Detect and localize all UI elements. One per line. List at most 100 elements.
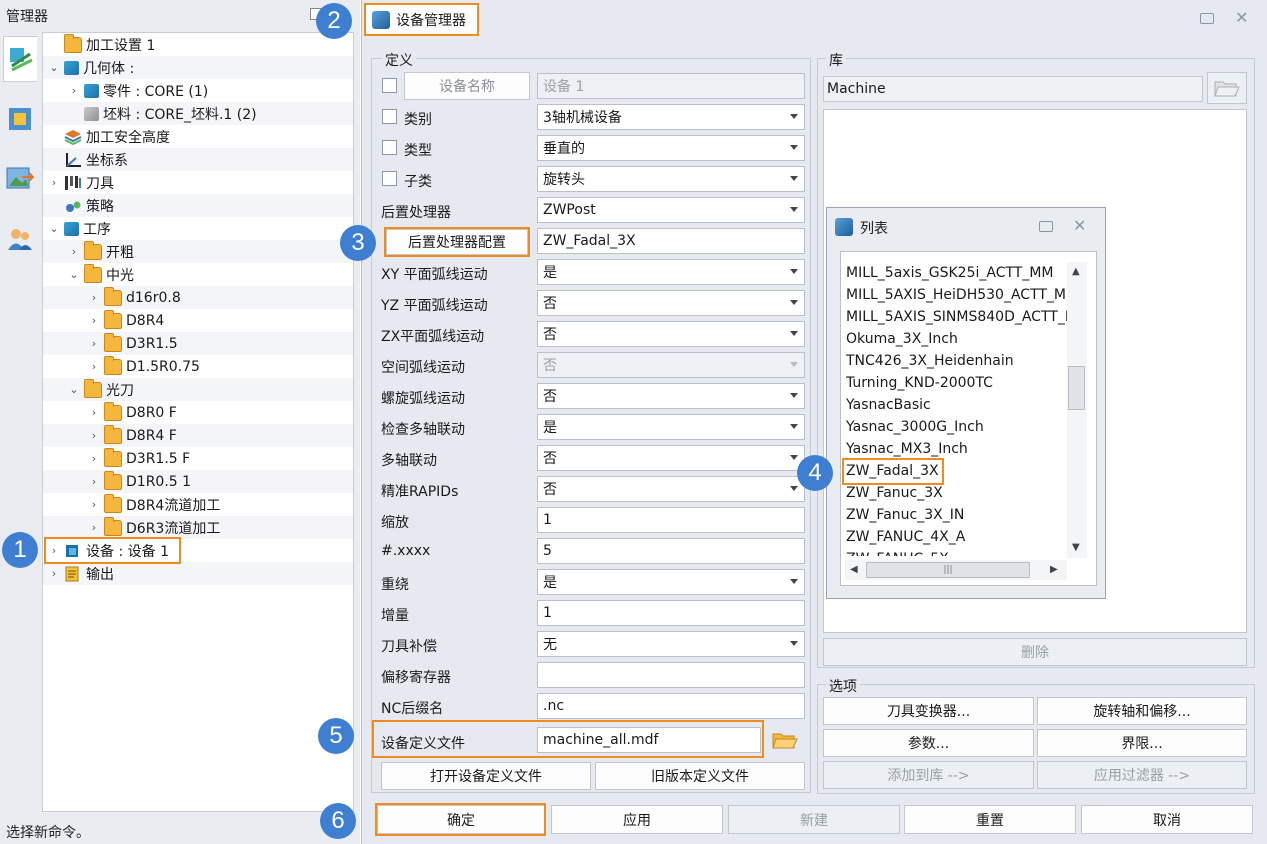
list-item[interactable]: ZW_Fanuc_3X_IN [846, 507, 1068, 523]
close-icon[interactable]: ✕ [1235, 10, 1248, 26]
row-text-field[interactable]: 1 [537, 507, 805, 533]
library-path-field[interactable]: Machine [823, 76, 1203, 102]
scroll-right-icon[interactable]: ▶ [1050, 564, 1058, 575]
reset-button[interactable]: 重置 [904, 805, 1076, 834]
dropdown-arrow-icon[interactable] [790, 331, 798, 336]
row-text-field[interactable]: 5 [537, 538, 805, 564]
dropdown-arrow-icon[interactable] [790, 455, 798, 460]
expand-toggle-icon[interactable]: › [67, 84, 81, 98]
tree-node[interactable]: 策略 [43, 194, 353, 217]
tree-node[interactable]: 坐标系 [43, 148, 353, 171]
expand-toggle-icon[interactable]: ⌄ [67, 268, 81, 282]
dropdown-arrow-icon[interactable] [790, 393, 798, 398]
expand-toggle-icon[interactable]: › [87, 452, 101, 466]
expand-toggle-icon[interactable]: › [87, 521, 101, 535]
list-item[interactable]: MILL_5axis_GSK25i_ACTT_MM [846, 265, 1068, 281]
comment-icon[interactable] [1200, 13, 1214, 24]
list-item[interactable]: Turning_KND-2000TC [846, 375, 1068, 391]
tree-node[interactable]: ⌄ 光刀 [43, 378, 353, 401]
expand-toggle-icon[interactable] [47, 153, 61, 167]
expand-toggle-icon[interactable]: ⌄ [47, 61, 61, 75]
tree-node[interactable]: › D1R0.5 1 [43, 470, 353, 493]
row-checkbox[interactable] [382, 171, 397, 186]
row-dropdown[interactable]: ZWPost [537, 197, 805, 223]
row-dropdown[interactable]: 是 [537, 259, 805, 285]
dropdown-arrow-icon[interactable] [790, 300, 798, 305]
old-def-file-button[interactable]: 旧版本定义文件 [595, 762, 805, 790]
tree-node[interactable]: › 刀具 [43, 171, 353, 194]
row-checkbox[interactable] [382, 109, 397, 124]
tree-node[interactable]: ⌄ 中光 [43, 263, 353, 286]
tree-node[interactable]: 加工安全高度 [43, 125, 353, 148]
dropdown-arrow-icon[interactable] [790, 176, 798, 181]
scroll-up-icon[interactable]: ▲ [1072, 266, 1080, 277]
scroll-down-icon[interactable]: ▼ [1072, 542, 1080, 553]
row-dropdown[interactable]: 无 [537, 631, 805, 657]
list-item[interactable]: MILL_5AXIS_HeiDH530_ACTT_MM [846, 287, 1068, 303]
tree-node[interactable]: › D8R0 F [43, 401, 353, 424]
side-tab-part[interactable] [3, 96, 37, 142]
folder-open-icon[interactable] [772, 730, 798, 754]
apply-filter-button[interactable]: 应用过滤器 --> [1037, 761, 1247, 789]
tree-node[interactable]: › d16r0.8 [43, 286, 353, 309]
cancel-button[interactable]: 取消 [1081, 805, 1253, 834]
device-name-field[interactable]: 设备 1 [537, 73, 805, 99]
row-dropdown[interactable]: 否 [537, 321, 805, 347]
apply-button[interactable]: 应用 [551, 805, 723, 834]
expand-toggle-icon[interactable]: › [87, 429, 101, 443]
row-dropdown[interactable]: 是 [537, 569, 805, 595]
tree-node[interactable]: 坯料 : CORE_坯料.1 (2) [43, 102, 353, 125]
row-text-field[interactable] [537, 662, 805, 688]
dropdown-arrow-icon[interactable] [790, 362, 798, 367]
list-item[interactable]: Yasnac_MX3_Inch [846, 441, 1068, 457]
parameters-button[interactable]: 参数... [823, 729, 1034, 757]
expand-toggle-icon[interactable] [67, 107, 81, 121]
tree-node[interactable]: › D1.5R0.75 [43, 355, 353, 378]
dropdown-arrow-icon[interactable] [790, 424, 798, 429]
expand-toggle-icon[interactable]: › [87, 314, 101, 328]
tree-node[interactable]: › D3R1.5 F [43, 447, 353, 470]
vertical-scrollbar[interactable] [1067, 262, 1087, 558]
expand-toggle-icon[interactable]: › [87, 291, 101, 305]
row-text-field[interactable]: ZW_Fadal_3X [537, 228, 805, 254]
expand-toggle-icon[interactable]: ⌄ [47, 222, 61, 236]
row-dropdown[interactable]: 旋转头 [537, 166, 805, 192]
scroll-left-icon[interactable]: ◀ [850, 564, 858, 575]
popup-close-icon[interactable]: ✕ [1073, 218, 1086, 234]
row-text-field[interactable]: 1 [537, 600, 805, 626]
expand-toggle-icon[interactable]: › [87, 498, 101, 512]
side-tab-manager[interactable] [3, 36, 37, 82]
name-checkbox[interactable] [382, 78, 397, 93]
dropdown-arrow-icon[interactable] [790, 207, 798, 212]
list-item[interactable]: ZW_Fanuc_3X [846, 485, 1068, 501]
dropdown-arrow-icon[interactable] [790, 579, 798, 584]
tree-node[interactable]: › D3R1.5 [43, 332, 353, 355]
library-folder-button[interactable] [1207, 72, 1247, 104]
expand-toggle-icon[interactable]: › [87, 360, 101, 374]
row-text-field[interactable]: .nc [537, 693, 805, 719]
tree-node[interactable]: › D8R4流道加工 [43, 493, 353, 516]
rotary-axis-offset-button[interactable]: 旋转轴和偏移... [1037, 697, 1247, 725]
expand-toggle-icon[interactable]: › [47, 176, 61, 190]
tree-node[interactable]: › 输出 [43, 562, 353, 585]
list-item[interactable]: TNC426_3X_Heidenhain [846, 353, 1068, 369]
side-tab-image[interactable] [3, 156, 37, 202]
row-dropdown[interactable]: 否 [537, 476, 805, 502]
list-item[interactable]: Okuma_3X_Inch [846, 331, 1068, 347]
row-checkbox[interactable] [382, 140, 397, 155]
list-item[interactable]: YasnacBasic [846, 397, 1068, 413]
tree-node[interactable]: 加工设置 1 [43, 33, 353, 56]
expand-toggle-icon[interactable] [47, 130, 61, 144]
expand-toggle-icon[interactable]: › [87, 475, 101, 489]
add-to-library-button[interactable]: 添加到库 --> [823, 761, 1034, 789]
tree-node[interactable]: ⌄ 工序 [43, 217, 353, 240]
dropdown-arrow-icon[interactable] [790, 114, 798, 119]
tree-node[interactable]: › D8R4 F [43, 424, 353, 447]
expand-toggle-icon[interactable]: › [87, 337, 101, 351]
side-tab-user[interactable] [3, 216, 37, 262]
open-def-file-button[interactable]: 打开设备定义文件 [381, 762, 591, 790]
tool-changer-button[interactable]: 刀具变换器... [823, 697, 1034, 725]
new-button[interactable]: 新建 [728, 805, 900, 834]
tree-node[interactable]: › D6R3流道加工 [43, 516, 353, 539]
list-item[interactable]: MILL_5AXIS_SINMS840D_ACTT_MM [846, 309, 1068, 325]
